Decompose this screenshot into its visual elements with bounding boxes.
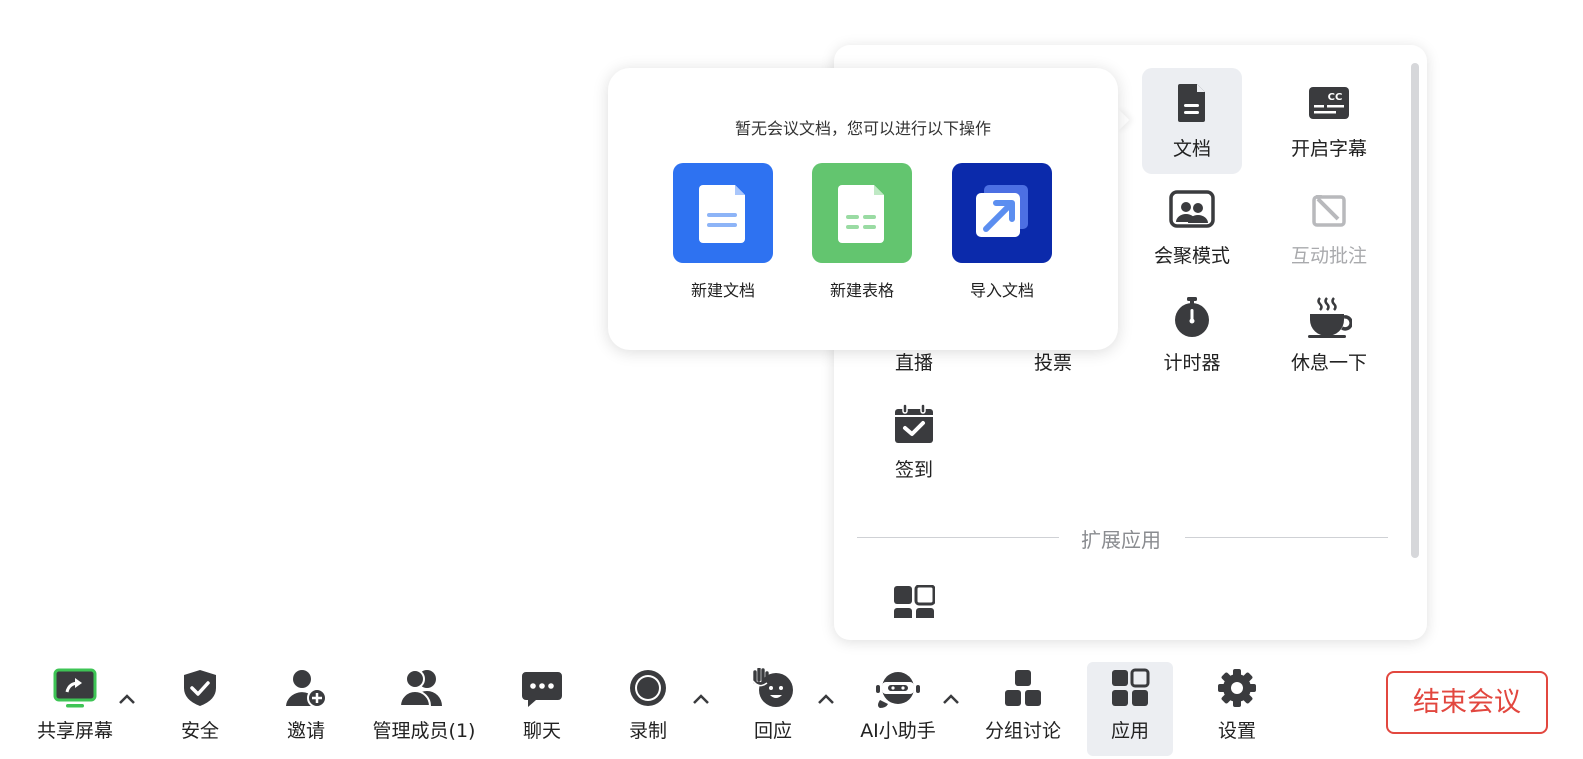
reaction-icon bbox=[752, 668, 793, 707]
extension-app[interactable] bbox=[893, 585, 935, 618]
toolbar-manage-members[interactable]: 管理成员(1) bbox=[372, 662, 476, 756]
action-label: 新建表格 bbox=[829, 281, 894, 300]
record-options-caret-icon[interactable] bbox=[691, 690, 711, 708]
ai-options-caret-icon[interactable] bbox=[941, 690, 961, 708]
app-label: 投票 bbox=[1033, 352, 1072, 374]
app-label: 文档 bbox=[1172, 138, 1211, 160]
toolbar-label: 邀请 bbox=[286, 720, 325, 742]
toolbar-ai-assistant[interactable]: AI小助手 bbox=[858, 662, 938, 756]
toolbar-record[interactable]: 录制 bbox=[608, 662, 688, 756]
app-label: 开启字幕 bbox=[1290, 138, 1367, 160]
no-documents-message: 暂无会议文档，您可以进行以下操作 bbox=[734, 119, 991, 138]
ai-assistant-icon bbox=[876, 672, 920, 708]
shield-icon bbox=[184, 670, 216, 706]
toolbar-label: 回应 bbox=[753, 720, 792, 742]
toolbar-label: 应用 bbox=[1110, 720, 1149, 742]
coffee-icon bbox=[1308, 297, 1352, 338]
divider-right bbox=[1185, 537, 1388, 538]
toolbar-apps[interactable]: 应用 bbox=[1087, 662, 1173, 756]
gear-icon bbox=[1218, 669, 1256, 707]
annotation-icon bbox=[1312, 195, 1346, 227]
app-document[interactable]: 文档 bbox=[1142, 68, 1242, 174]
new-document-icon bbox=[673, 163, 773, 263]
app-focus-mode[interactable]: 会聚模式 bbox=[1142, 175, 1242, 281]
focus-mode-icon bbox=[1169, 190, 1215, 228]
action-label: 新建文档 bbox=[690, 281, 755, 300]
toolbar-label: 聊天 bbox=[522, 720, 561, 742]
toolbar-label: AI小助手 bbox=[860, 720, 936, 742]
svg-text:CC: CC bbox=[1328, 92, 1343, 103]
app-annotation[interactable]: 互动批注 bbox=[1279, 175, 1379, 281]
new-sheet-button[interactable]: 新建表格 bbox=[812, 163, 912, 301]
app-label: 会聚模式 bbox=[1153, 245, 1230, 267]
toolbar-label: 录制 bbox=[628, 720, 667, 742]
app-check-in[interactable]: 签到 bbox=[864, 389, 964, 495]
toolbar-share-screen[interactable]: 共享屏幕 bbox=[30, 662, 120, 756]
new-document-button[interactable]: 新建文档 bbox=[673, 163, 773, 301]
document-icon bbox=[1178, 84, 1205, 122]
captions-icon: CC bbox=[1309, 87, 1349, 119]
toolbar-label: 设置 bbox=[1217, 720, 1256, 742]
toolbar-label: 共享屏幕 bbox=[36, 720, 113, 742]
app-captions[interactable]: CC 开启字幕 bbox=[1279, 68, 1379, 174]
toolbar-invite[interactable]: 邀请 bbox=[266, 662, 346, 756]
share-screen-icon bbox=[53, 668, 97, 708]
divider-left bbox=[857, 537, 1059, 538]
chat-icon bbox=[522, 672, 562, 707]
app-break[interactable]: 休息一下 bbox=[1279, 282, 1379, 388]
reaction-options-caret-icon[interactable] bbox=[816, 690, 836, 708]
app-label: 互动批注 bbox=[1290, 245, 1367, 267]
extensions-title: 扩展应用 bbox=[1081, 528, 1161, 552]
toolbar-label: 安全 bbox=[180, 720, 219, 742]
end-meeting-button[interactable]: 结束会议 bbox=[1386, 671, 1548, 734]
record-icon bbox=[630, 670, 666, 706]
toolbar-security[interactable]: 安全 bbox=[160, 662, 240, 756]
import-document-icon bbox=[952, 163, 1052, 263]
apps-icon bbox=[1112, 668, 1150, 706]
app-label: 直播 bbox=[894, 352, 933, 374]
new-sheet-icon bbox=[812, 163, 912, 263]
app-grid-icon bbox=[894, 585, 935, 618]
app-timer[interactable]: 计时器 bbox=[1142, 282, 1242, 388]
check-in-icon bbox=[895, 403, 933, 443]
import-document-button[interactable]: 导入文档 bbox=[952, 163, 1052, 301]
toolbar-label: 管理成员(1) bbox=[372, 720, 476, 742]
members-icon bbox=[398, 669, 442, 707]
breakout-icon bbox=[1005, 670, 1041, 706]
share-options-caret-icon[interactable] bbox=[117, 690, 137, 708]
toolbar-reaction[interactable]: 回应 bbox=[733, 662, 813, 756]
toolbar-settings[interactable]: 设置 bbox=[1197, 662, 1277, 756]
toolbar-breakout-rooms[interactable]: 分组讨论 bbox=[983, 662, 1063, 756]
apps-panel-scrollbar[interactable] bbox=[1411, 63, 1419, 558]
toolbar-label: 分组讨论 bbox=[984, 720, 1061, 742]
app-label: 计时器 bbox=[1163, 352, 1221, 374]
action-label: 导入文档 bbox=[969, 281, 1034, 300]
timer-icon bbox=[1175, 297, 1209, 337]
toolbar-chat[interactable]: 聊天 bbox=[502, 662, 582, 756]
invite-icon bbox=[286, 670, 327, 708]
app-label: 签到 bbox=[894, 459, 933, 481]
app-label: 休息一下 bbox=[1290, 352, 1367, 374]
